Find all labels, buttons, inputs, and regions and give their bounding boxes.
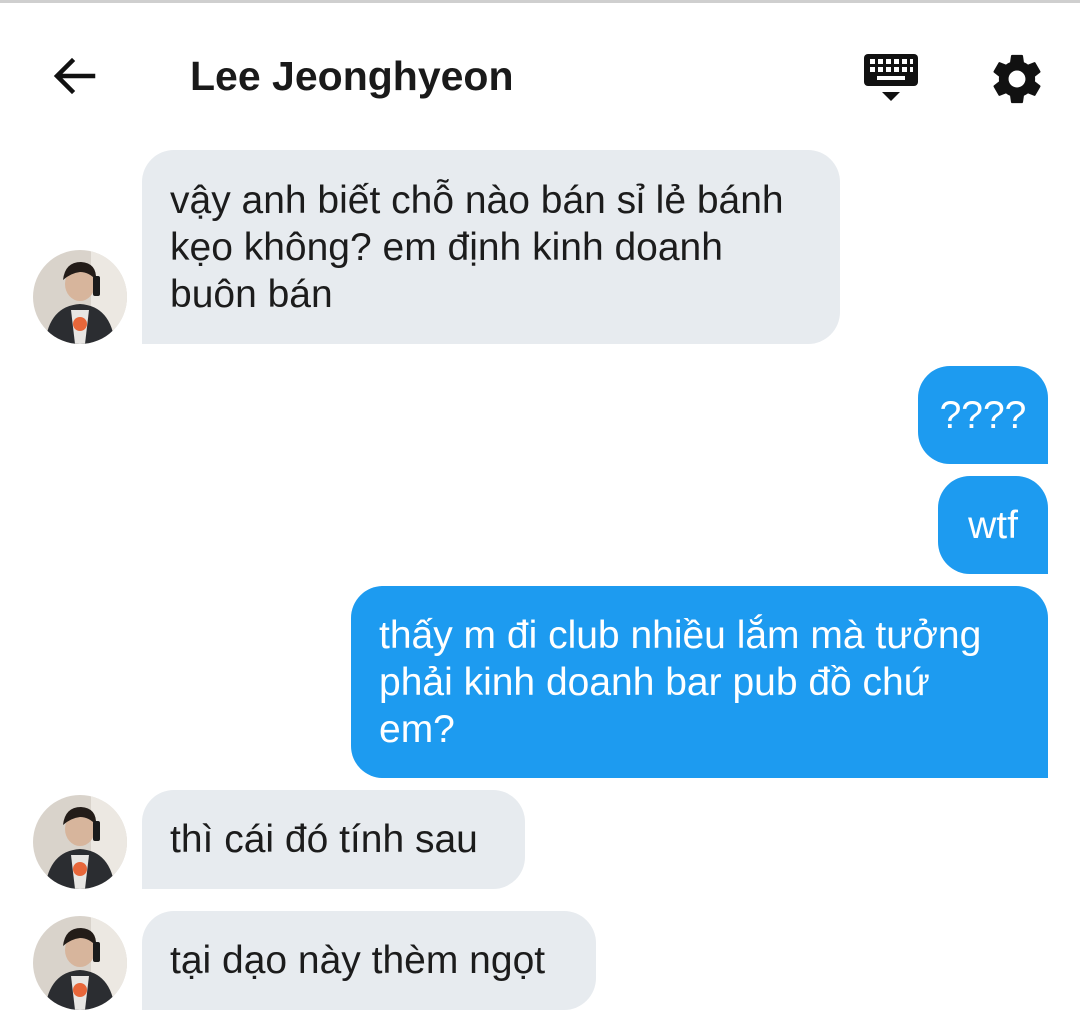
keyboard-toggle-button[interactable] xyxy=(860,50,922,106)
gear-icon xyxy=(993,54,1041,104)
avatar-photo xyxy=(33,250,127,344)
message-bubble-incoming[interactable]: vậy anh biết chỗ nào bán sỉ lẻ bánh kẹo … xyxy=(142,150,840,344)
arrow-left-icon xyxy=(53,57,96,95)
avatar[interactable] xyxy=(33,795,127,889)
back-button[interactable] xyxy=(48,50,100,102)
message-text: vậy anh biết chỗ nào bán sỉ lẻ bánh kẹo … xyxy=(170,178,784,316)
chat-screen: Lee Jeonghyeon vậy anh biết chỗ nào bán … xyxy=(0,0,1080,1018)
conversation-title: Lee Jeonghyeon xyxy=(190,53,514,99)
message-bubble-incoming[interactable]: thì cái đó tính sau xyxy=(142,790,525,889)
status-divider xyxy=(0,0,1080,3)
message-text: tại dạo này thèm ngọt xyxy=(170,939,546,982)
message-text: ???? xyxy=(939,393,1027,437)
avatar-photo xyxy=(33,916,127,1010)
avatar[interactable] xyxy=(33,916,127,1010)
message-bubble-outgoing[interactable]: thấy m đi club nhiều lắm mà tưởng phải k… xyxy=(351,586,1048,778)
message-bubble-outgoing[interactable]: ???? xyxy=(918,366,1048,464)
keyboard-icon xyxy=(864,54,918,101)
message-bubble-incoming[interactable]: tại dạo này thèm ngọt xyxy=(142,911,596,1010)
avatar-photo xyxy=(33,795,127,889)
message-text: thì cái đó tính sau xyxy=(170,818,478,861)
message-text: thấy m đi club nhiều lắm mà tưởng phải k… xyxy=(379,613,982,751)
message-bubble-outgoing[interactable]: wtf xyxy=(938,476,1048,574)
avatar[interactable] xyxy=(33,250,127,344)
settings-button[interactable] xyxy=(988,50,1046,108)
message-text: wtf xyxy=(968,503,1018,547)
